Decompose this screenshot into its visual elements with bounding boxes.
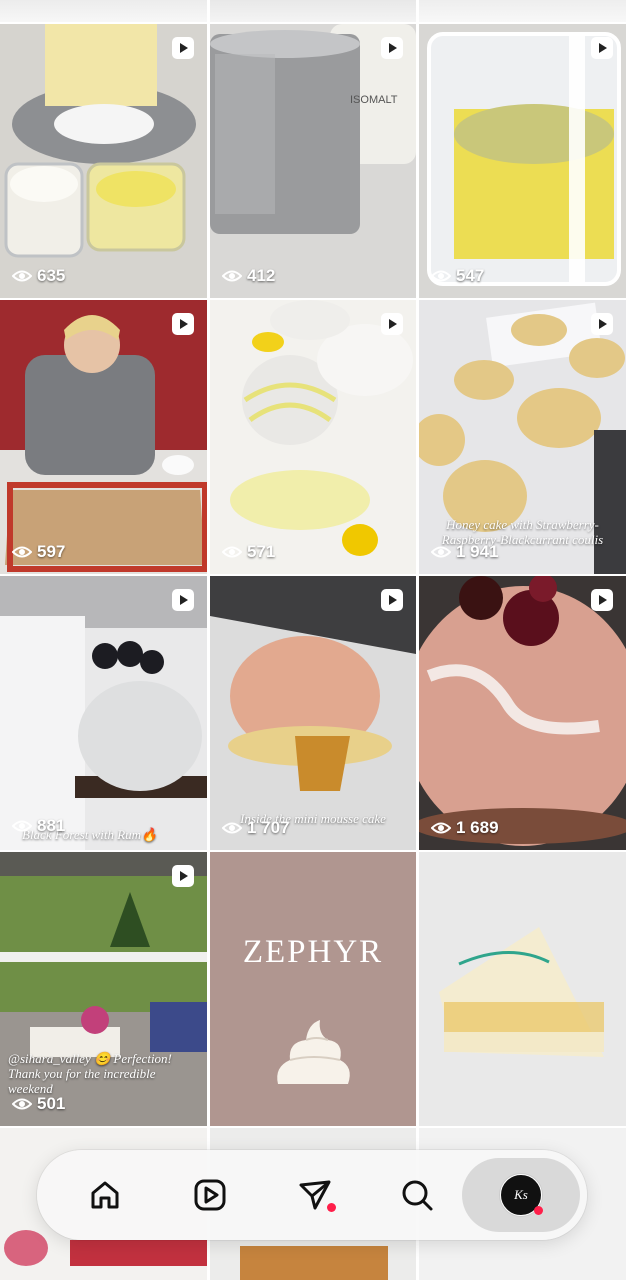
partial-post-top[interactable] xyxy=(210,0,416,22)
nav-search-button[interactable] xyxy=(394,1172,440,1218)
video-indicator-icon xyxy=(172,589,194,611)
eye-icon xyxy=(431,822,451,834)
view-count: 597 xyxy=(12,542,65,562)
post-thumbnail[interactable]: 635 xyxy=(0,24,207,298)
meringue-icon xyxy=(277,1020,350,1084)
eye-icon xyxy=(12,270,32,282)
eye-icon xyxy=(12,546,32,558)
post-caption: @sihara_valley 😊 Perfection! Thank you f… xyxy=(8,1051,172,1096)
view-count: 1 941 xyxy=(431,542,499,562)
nav-direct-button[interactable] xyxy=(292,1172,338,1218)
post-thumbnail[interactable]: 547 xyxy=(419,24,626,298)
eye-icon xyxy=(222,546,242,558)
view-count: 547 xyxy=(431,266,484,286)
eye-icon xyxy=(12,820,32,832)
eye-icon xyxy=(222,270,242,282)
video-indicator-icon xyxy=(172,865,194,887)
nav-home-button[interactable] xyxy=(82,1172,128,1218)
bottom-navigation-bar: Ks xyxy=(37,1150,587,1240)
view-count: 501 xyxy=(12,1094,65,1114)
notification-dot xyxy=(534,1206,543,1215)
view-count: 412 xyxy=(222,266,275,286)
post-thumbnail[interactable]: Honey cake with Strawberry-Raspberry-Bla… xyxy=(419,300,626,574)
view-count: 1 689 xyxy=(431,818,499,838)
video-indicator-icon xyxy=(591,313,613,335)
video-indicator-icon xyxy=(591,37,613,59)
video-indicator-icon xyxy=(381,589,403,611)
view-count: 635 xyxy=(12,266,65,286)
nav-profile-button[interactable]: Ks xyxy=(498,1172,544,1218)
video-indicator-icon xyxy=(381,313,403,335)
post-thumbnail[interactable]: Black Forest with Rum🔥 881 xyxy=(0,576,207,850)
view-count: 1 707 xyxy=(222,818,290,838)
video-indicator-icon xyxy=(591,589,613,611)
eye-icon xyxy=(431,270,451,282)
post-thumbnail[interactable]: Inside the mini mousse cake 1 707 xyxy=(210,576,416,850)
notification-dot xyxy=(327,1203,336,1212)
partial-post-top[interactable] xyxy=(0,0,207,22)
view-count: 571 xyxy=(222,542,275,562)
eye-icon xyxy=(431,546,451,558)
video-indicator-icon xyxy=(381,37,403,59)
nav-reels-button[interactable] xyxy=(187,1172,233,1218)
post-thumbnail[interactable] xyxy=(419,852,626,1126)
reels-icon xyxy=(194,1179,226,1211)
video-indicator-icon xyxy=(172,37,194,59)
post-thumbnail[interactable]: 571 xyxy=(210,300,416,574)
post-thumbnail[interactable]: @sihara_valley 😊 Perfection! Thank you f… xyxy=(0,852,207,1126)
post-thumbnail[interactable]: ISOMALT 412 xyxy=(210,24,416,298)
home-icon xyxy=(91,1181,119,1209)
post-thumbnail[interactable]: 1 689 xyxy=(419,576,626,850)
eye-icon xyxy=(222,822,242,834)
profile-posts-grid: 635 ISOMALT 412 547 597 571 Honey cake w… xyxy=(0,0,626,1280)
search-icon xyxy=(402,1180,433,1211)
video-indicator-icon xyxy=(172,313,194,335)
jar-label: ISOMALT xyxy=(350,94,398,106)
post-thumbnail[interactable]: 597 xyxy=(0,300,207,574)
post-thumbnail[interactable]: ZEPHYR xyxy=(210,852,416,1126)
view-count: 881 xyxy=(12,816,65,836)
partial-post-top[interactable] xyxy=(419,0,626,22)
post-title: ZEPHYR xyxy=(242,934,384,970)
eye-icon xyxy=(12,1098,32,1110)
